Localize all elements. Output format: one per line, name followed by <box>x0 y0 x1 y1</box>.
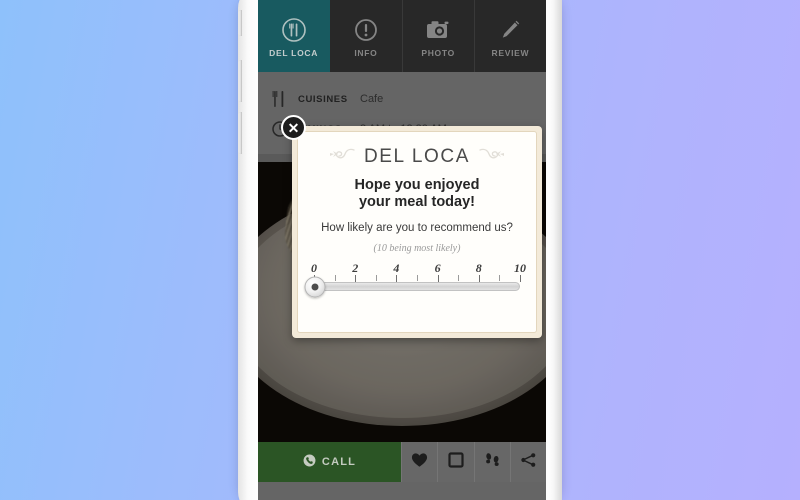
slider-tick-9 <box>499 275 501 282</box>
modal-hint-text: (10 being most likely) <box>373 243 461 255</box>
slider-tick-7 <box>458 275 460 282</box>
phone-volume-down-button[interactable] <box>238 112 242 154</box>
slider-tick-3 <box>375 275 377 282</box>
slider-tick-8 <box>478 275 480 283</box>
recommendation-slider[interactable]: 0 2 4 6 8 10 <box>304 261 526 298</box>
floral-flourish-icon-right <box>479 147 505 167</box>
modal-brand-title: DEL LOCA <box>363 146 471 167</box>
floral-flourish-icon-left <box>329 147 355 167</box>
screenshot-stage: DEL LOCA INFO PHOTO REVIEW CUISINES Cafe… <box>0 0 800 500</box>
slider-scale-labels: 0 2 4 6 8 10 <box>311 261 526 276</box>
slider-label-0: 0 <box>311 261 317 276</box>
close-icon[interactable]: ✕ <box>281 115 306 140</box>
phone-volume-up-button[interactable] <box>238 60 242 102</box>
slider-tick-6 <box>437 275 439 283</box>
modal-content: DEL LOCA Hope you enjoyed your meal toda… <box>297 131 537 333</box>
slider-label-2: 2 <box>352 261 359 276</box>
phone-right-bezel <box>548 0 562 500</box>
feedback-survey-modal: ✕ DEL LOCA Hope you enjoyed your meal to… <box>281 115 542 338</box>
slider-tick-10 <box>520 275 521 283</box>
slider-tick-marks <box>314 275 521 283</box>
modal-question-text: How likely are you to recommend us? <box>321 222 513 235</box>
slider-label-10: 10 <box>514 261 526 276</box>
phone-device-frame: DEL LOCA INFO PHOTO REVIEW CUISINES Cafe… <box>238 0 562 500</box>
slider-handle[interactable] <box>304 276 326 298</box>
slider-track[interactable] <box>304 276 520 298</box>
modal-brand-line: DEL LOCA <box>329 146 505 168</box>
modal-headline: Hope you enjoyed your meal today! <box>355 177 480 211</box>
slider-tick-4 <box>396 275 398 283</box>
slider-label-6: 6 <box>434 261 441 276</box>
modal-headline-line-1: Hope you enjoyed <box>354 177 480 193</box>
slider-label-8: 8 <box>475 261 482 276</box>
slider-tick-1 <box>334 275 336 282</box>
modal-headline-line-2: your meal today! <box>358 194 475 211</box>
phone-screen: DEL LOCA INFO PHOTO REVIEW CUISINES Cafe… <box>258 0 546 500</box>
phone-mute-switch[interactable] <box>238 10 242 36</box>
slider-tick-5 <box>417 275 418 282</box>
slider-tick-2 <box>355 275 357 283</box>
slider-label-4: 4 <box>393 261 400 276</box>
